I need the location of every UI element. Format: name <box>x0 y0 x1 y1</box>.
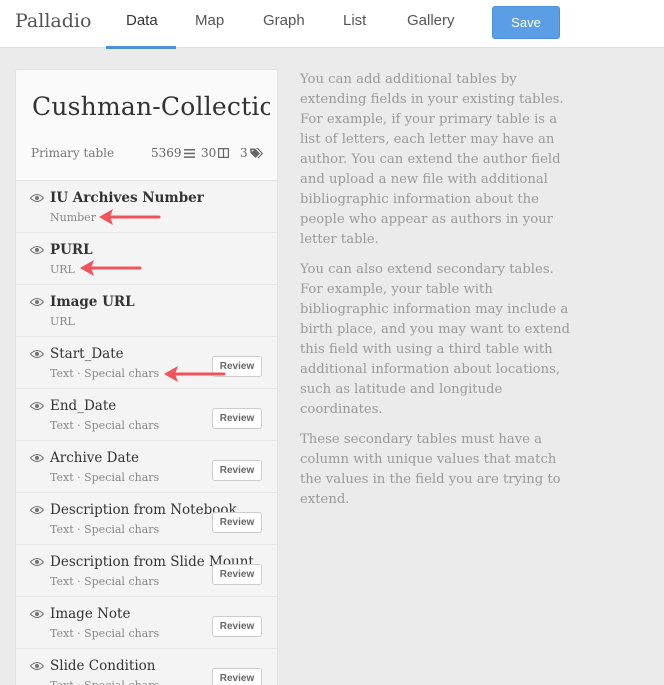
field-name: Slide Condition <box>50 658 156 674</box>
eye-icon[interactable] <box>30 193 44 203</box>
tab-data[interactable]: Data <box>126 12 158 29</box>
field-type: URL <box>50 263 75 276</box>
table-header: Cushman-Collection Primary table 5369 30… <box>16 70 277 181</box>
annotation-arrow-left-icon <box>80 260 142 276</box>
field-type: Text · Special chars <box>50 523 160 536</box>
table-panel: Cushman-Collection Primary table 5369 30… <box>15 69 278 685</box>
field-row-start-date[interactable]: Start_Date Text · Special chars Review <box>16 337 277 389</box>
review-button[interactable]: Review <box>212 668 262 685</box>
help-paragraph: These secondary tables must have a colum… <box>300 432 561 507</box>
eye-icon[interactable] <box>30 245 44 255</box>
review-button[interactable]: Review <box>212 408 262 429</box>
field-row-end-date[interactable]: End_Date Text · Special chars Review <box>16 389 277 441</box>
tags-icon <box>249 147 263 158</box>
rows-count: 5369 <box>151 146 195 160</box>
field-name: PURL <box>50 242 93 258</box>
field-name: Description from Notebook <box>50 502 237 518</box>
field-name: Image Note <box>50 606 131 622</box>
eye-icon[interactable] <box>30 401 44 411</box>
columns-icon <box>218 148 230 158</box>
help-paragraph: You can add additional tables by extendi… <box>300 72 564 247</box>
field-type: URL <box>50 315 75 328</box>
field-name: IU Archives Number <box>50 190 204 206</box>
tab-map[interactable]: Map <box>195 12 224 29</box>
tab-list[interactable]: List <box>343 12 366 29</box>
eye-icon[interactable] <box>30 557 44 567</box>
review-button[interactable]: Review <box>212 512 262 533</box>
field-type: Text · Special chars <box>50 679 159 685</box>
annotation-arrow-left-icon <box>99 209 161 225</box>
field-type: Text · Special chars <box>50 575 160 588</box>
tags-count: 3 <box>240 146 263 160</box>
field-type: Number <box>50 211 96 224</box>
review-button[interactable]: Review <box>212 564 262 585</box>
field-row-description-slide-mount[interactable]: Description from Slide Mount Text · Spec… <box>16 545 277 597</box>
field-name: End_Date <box>50 398 117 414</box>
field-type: Text · Special chars <box>50 367 160 380</box>
field-row-image-note[interactable]: Image Note Text · Special chars Review <box>16 597 277 649</box>
review-button[interactable]: Review <box>212 460 262 481</box>
extend-tables-help: You can add additional tables by extendi… <box>300 70 570 520</box>
tags-count-value: 3 <box>240 146 248 160</box>
eye-icon[interactable] <box>30 609 44 619</box>
field-name: Archive Date <box>50 450 139 466</box>
primary-table-label: Primary table <box>31 146 115 160</box>
eye-icon[interactable] <box>30 453 44 463</box>
field-type: Text · Special chars <box>50 419 160 432</box>
save-button[interactable]: Save <box>492 6 560 39</box>
field-row-slide-condition[interactable]: Slide Condition Text · Special chars Rev… <box>16 649 277 685</box>
active-tab-indicator <box>106 46 176 49</box>
rows-count-value: 5369 <box>151 146 182 160</box>
eye-icon[interactable] <box>30 297 44 307</box>
field-type: Text · Special chars <box>50 471 160 484</box>
eye-icon[interactable] <box>30 505 44 515</box>
columns-count: 30 <box>201 146 230 160</box>
field-row-purl[interactable]: PURL URL <box>16 233 277 285</box>
field-row-archive-date[interactable]: Archive Date Text · Special chars Review <box>16 441 277 493</box>
tab-graph[interactable]: Graph <box>263 12 305 29</box>
table-title[interactable]: Cushman-Collection <box>32 92 270 121</box>
field-name: Image URL <box>50 294 135 310</box>
help-paragraph: You can also extend secondary tables. Fo… <box>300 262 570 417</box>
eye-icon[interactable] <box>30 349 44 359</box>
top-navbar: Palladio Data Map Graph List Gallery Sav… <box>0 0 664 49</box>
field-type: Text · Special chars <box>50 627 160 640</box>
review-button[interactable]: Review <box>212 616 262 637</box>
tab-gallery[interactable]: Gallery <box>407 12 455 29</box>
annotation-arrow-left-icon <box>164 366 226 382</box>
app-brand[interactable]: Palladio <box>15 10 91 32</box>
rows-icon <box>183 148 195 158</box>
eye-icon[interactable] <box>30 661 44 671</box>
field-name: Start_Date <box>50 346 124 362</box>
field-row-image-url[interactable]: Image URL URL <box>16 285 277 337</box>
field-row-description-notebook[interactable]: Description from Notebook Text · Special… <box>16 493 277 545</box>
columns-count-value: 30 <box>201 146 217 160</box>
